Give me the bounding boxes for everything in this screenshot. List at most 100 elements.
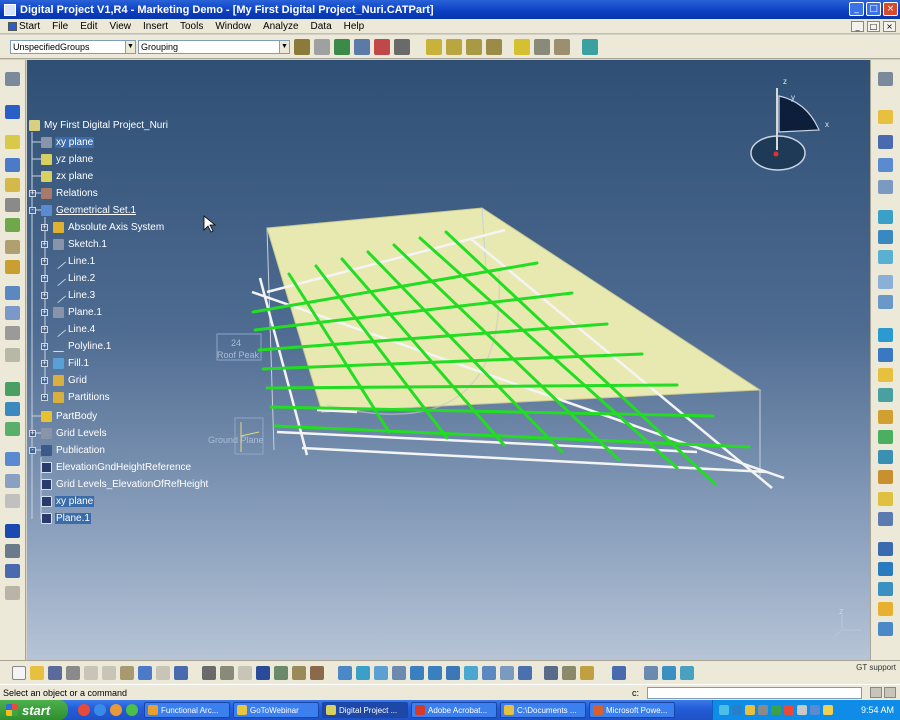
tray-icon[interactable] [719, 705, 729, 715]
tray-icon[interactable] [823, 705, 833, 715]
3d-view-icon[interactable] [680, 665, 694, 680]
workbench-icon[interactable] [5, 72, 20, 86]
tree-root[interactable]: My First Digital Project_Nuri [29, 118, 169, 132]
support-label[interactable]: GT support [856, 663, 896, 672]
curve-icon[interactable] [878, 158, 893, 172]
tree-item[interactable]: Grid [53, 373, 88, 387]
multi-section-icon[interactable] [878, 512, 893, 526]
fillet-icon[interactable] [878, 410, 893, 424]
doc-minimize-button[interactable]: _ [851, 20, 864, 32]
expand-icon[interactable]: + [41, 309, 48, 316]
rule-icon[interactable] [274, 665, 288, 680]
print-icon[interactable] [66, 665, 80, 680]
maximize-button[interactable]: □ [866, 2, 881, 16]
plane-icon[interactable] [5, 135, 20, 149]
open-icon[interactable] [30, 665, 44, 680]
menu-file[interactable]: File [46, 21, 74, 32]
sketch-tool-icon[interactable] [514, 38, 530, 55]
plane-tool-icon[interactable] [534, 38, 550, 55]
select-arrow-icon[interactable] [878, 110, 893, 124]
expand-icon[interactable]: + [29, 430, 36, 437]
menu-help[interactable]: Help [338, 21, 371, 32]
workbench-switch-icon[interactable] [878, 72, 893, 86]
law-tool-icon[interactable] [238, 665, 252, 680]
trim-icon[interactable] [5, 260, 20, 274]
extrude-surface-icon[interactable] [878, 368, 893, 382]
scale-icon[interactable] [5, 494, 20, 508]
cut-icon[interactable] [84, 665, 98, 680]
help-tool-icon[interactable] [612, 665, 626, 680]
tree-item[interactable]: Plane.1 [53, 305, 103, 319]
expand-icon[interactable]: + [41, 377, 48, 384]
corner-icon[interactable] [878, 230, 893, 244]
menu-tools[interactable]: Tools [174, 21, 209, 32]
command-input[interactable] [647, 687, 863, 699]
tree-item[interactable]: Polyline.1 [53, 339, 112, 353]
tray-icon[interactable] [745, 705, 755, 715]
taskbar-item[interactable]: C:\Documents ... [500, 702, 586, 718]
rotate-view-icon[interactable] [392, 665, 406, 680]
tree-item[interactable]: yz plane [41, 152, 94, 166]
tree-item[interactable]: Line.4 [50, 321, 96, 337]
layer-icon[interactable] [662, 665, 676, 680]
group-list-icon[interactable] [394, 38, 410, 55]
catalog-icon[interactable] [644, 665, 658, 680]
menu-start[interactable]: Start [2, 21, 46, 32]
pan-icon[interactable] [374, 665, 388, 680]
tree-item[interactable]: Line.1 [50, 253, 96, 269]
tree-item[interactable]: zx plane [41, 169, 94, 183]
collapse-icon[interactable]: - [29, 447, 36, 454]
shading-icon[interactable] [482, 665, 496, 680]
minimize-button[interactable]: _ [849, 2, 864, 16]
command-line[interactable]: c: [632, 687, 863, 699]
tree-item[interactable]: xy plane [41, 135, 95, 149]
tree-item[interactable]: ElevationGndHeightReference [41, 460, 192, 474]
offset-surface-icon[interactable] [878, 348, 893, 362]
doc-close-button[interactable]: × [883, 20, 896, 32]
3d-scene[interactable]: Ground Plane 24 Roof Peak z z y x [27, 60, 870, 660]
join-icon[interactable] [5, 326, 20, 340]
tray-icon[interactable] [771, 705, 781, 715]
tree-item[interactable]: Line.3 [50, 287, 96, 303]
extrude-icon[interactable] [5, 198, 20, 212]
doc-restore-button[interactable]: □ [867, 20, 880, 32]
tree-item[interactable]: Line.2 [50, 270, 96, 286]
measure-icon[interactable] [5, 348, 20, 362]
connect-icon[interactable] [878, 250, 893, 264]
tree-item[interactable]: Plane.1 [41, 511, 91, 525]
gridlines-move-icon[interactable] [486, 38, 502, 55]
expand-icon[interactable]: + [41, 394, 48, 401]
analysis-icon[interactable] [5, 382, 20, 396]
expand-icon[interactable]: + [41, 275, 48, 282]
rotate-surface-icon[interactable] [878, 622, 893, 636]
new-icon[interactable] [12, 665, 26, 680]
surface-blend-icon[interactable] [878, 328, 893, 342]
paste-icon[interactable] [120, 665, 134, 680]
menu-data[interactable]: Data [305, 21, 338, 32]
menu-analyze[interactable]: Analyze [257, 21, 305, 32]
group-remove-icon[interactable] [374, 38, 390, 55]
gridlines-icon[interactable] [426, 38, 442, 55]
minus-icon[interactable] [5, 105, 20, 119]
redo-icon[interactable] [156, 665, 170, 680]
menu-insert[interactable]: Insert [137, 21, 174, 32]
status-button[interactable] [884, 687, 896, 698]
taskbar-item[interactable]: Functional Arc... [144, 702, 230, 718]
expand-icon[interactable]: + [41, 343, 48, 350]
group-disabled-icon[interactable] [314, 38, 330, 55]
tree-item[interactable]: Publication [41, 443, 106, 457]
quicklaunch-icon[interactable] [94, 704, 106, 716]
taskbar-item[interactable]: Microsoft Powe... [589, 702, 675, 718]
point-icon[interactable] [878, 135, 893, 149]
menu-view[interactable]: View [103, 21, 137, 32]
zoom-out-icon[interactable] [428, 665, 442, 680]
tray-icon[interactable] [732, 705, 742, 715]
expand-icon[interactable]: + [29, 190, 36, 197]
axis-tool-icon[interactable] [582, 38, 598, 55]
fit-all-icon[interactable] [356, 665, 370, 680]
expand-icon[interactable]: + [41, 224, 48, 231]
blend-icon[interactable] [878, 470, 893, 484]
close-button[interactable]: × [883, 2, 898, 16]
tree-item[interactable]: Geometrical Set.1 [41, 203, 137, 217]
tree-item[interactable]: Fill.1 [53, 356, 90, 370]
